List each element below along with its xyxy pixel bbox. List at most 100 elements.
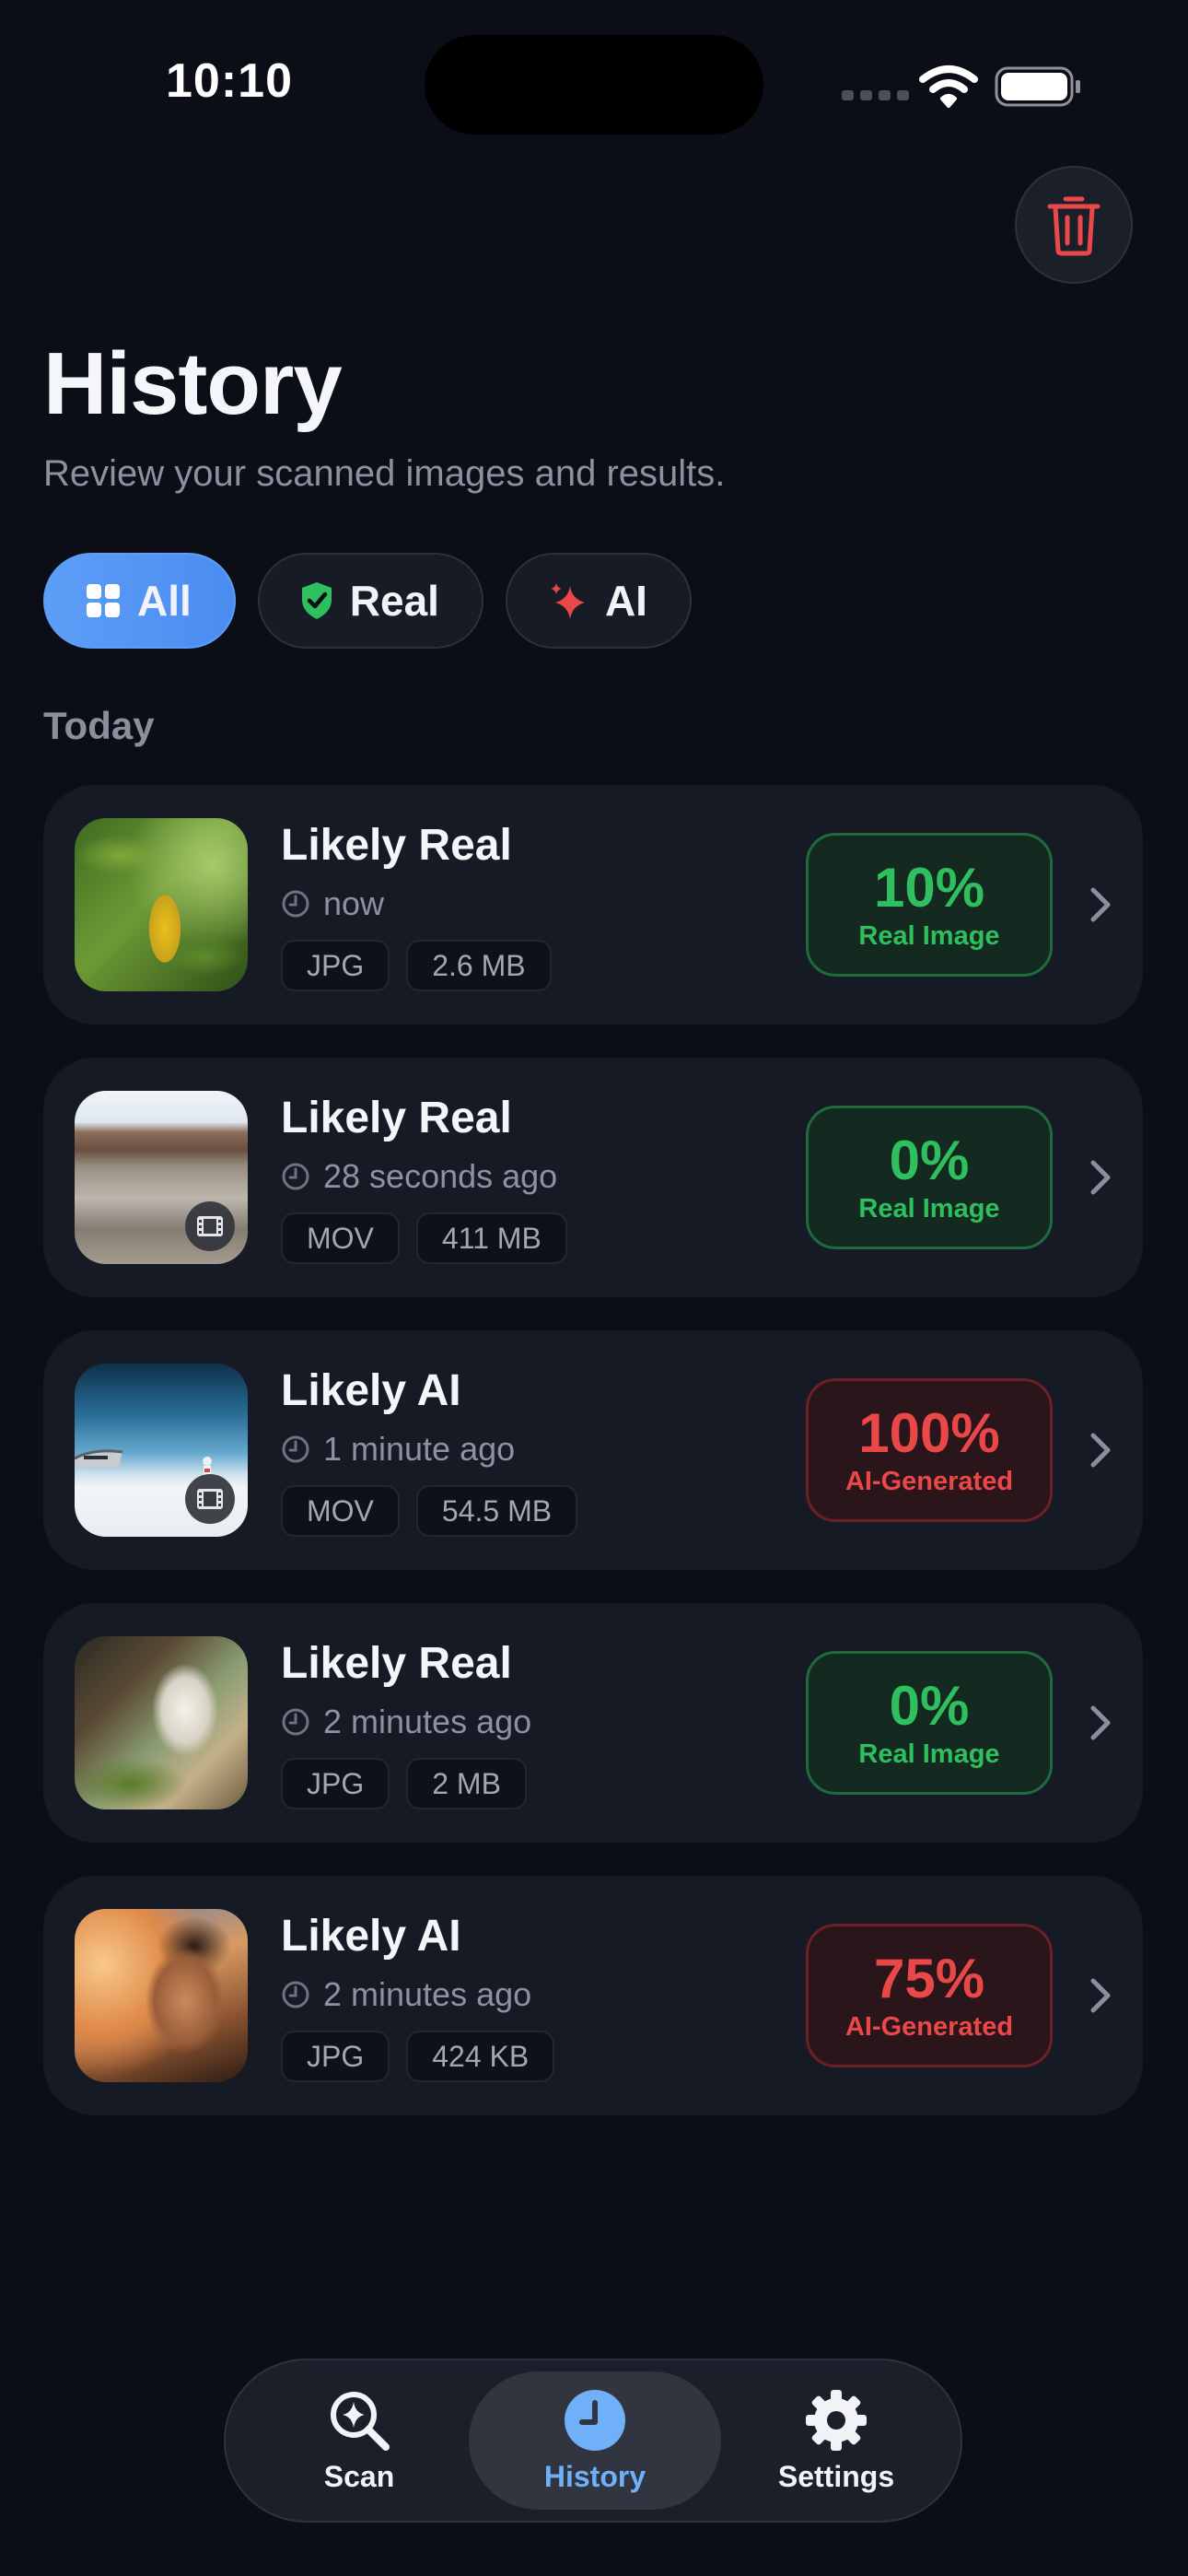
size-tag: 424 KB — [406, 2031, 555, 2082]
sparkle-icon — [550, 583, 585, 619]
grid-icon — [87, 584, 120, 617]
history-item[interactable]: Likely AI 1 minute ago MOV 54.5 MB 100% … — [43, 1330, 1143, 1570]
filter-all-chip[interactable]: All — [43, 553, 236, 649]
magnifier-sparkle-icon — [331, 2391, 390, 2451]
history-item[interactable]: Likely Real 2 minutes ago JPG 2 MB 0% Re… — [43, 1603, 1143, 1843]
score-verdict: AI-Generated — [844, 1466, 1014, 1496]
item-time: 28 seconds ago — [323, 1157, 558, 1195]
history-item[interactable]: Likely Real 28 seconds ago MOV 411 MB 0%… — [43, 1058, 1143, 1297]
section-label-today: Today — [43, 704, 155, 747]
item-time: 1 minute ago — [323, 1430, 516, 1468]
item-tags: JPG 2 MB — [281, 1758, 527, 1809]
tab-scan-label: Scan — [323, 2459, 395, 2493]
filter-all-label: All — [137, 577, 192, 625]
format-tag: JPG — [281, 1758, 390, 1809]
tab-scan[interactable]: Scan — [262, 2371, 456, 2510]
page-title: History — [43, 334, 343, 433]
film-icon — [197, 1216, 223, 1236]
clock-icon — [282, 1163, 309, 1190]
item-tags: JPG 424 KB — [281, 2031, 555, 2082]
filter-chips: All Real AI — [43, 553, 692, 649]
tab-settings-label: Settings — [777, 2459, 895, 2493]
clock-icon — [565, 2389, 625, 2451]
filter-real-chip[interactable]: Real — [257, 553, 483, 649]
tab-history-label: History — [543, 2459, 646, 2493]
format-tag: MOV — [281, 1485, 400, 1537]
score-badge: 75% AI-Generated — [806, 1924, 1053, 2067]
score-verdict: Real Image — [858, 920, 1000, 951]
score-percent: 0% — [889, 1674, 970, 1737]
score-verdict: AI-Generated — [844, 2011, 1014, 2042]
item-time-row: 1 minute ago — [281, 1430, 515, 1469]
item-time: now — [323, 884, 385, 922]
size-tag: 411 MB — [415, 1212, 567, 1264]
size-tag: 54.5 MB — [415, 1485, 578, 1537]
thumbnail-portrait — [75, 1909, 248, 2082]
item-title: Likely Real — [281, 821, 512, 870]
trash-icon — [1047, 196, 1101, 256]
format-tag: JPG — [281, 2031, 390, 2082]
chevron-right-icon — [1090, 1978, 1111, 2013]
cellular-signal-icon — [842, 90, 909, 100]
item-tags: MOV 411 MB — [281, 1212, 567, 1264]
tab-history[interactable]: History — [469, 2371, 721, 2510]
dynamic-island — [425, 35, 763, 135]
score-badge: 10% Real Image — [806, 833, 1053, 977]
history-item[interactable]: Likely AI 2 minutes ago JPG 424 KB 75% A… — [43, 1876, 1143, 2115]
clock-icon — [282, 890, 309, 918]
item-tags: MOV 54.5 MB — [281, 1485, 578, 1537]
format-tag: MOV — [281, 1212, 400, 1264]
thumbnail-waterfall — [75, 1636, 248, 1809]
chevron-right-icon — [1090, 1160, 1111, 1195]
item-title: Likely Real — [281, 1639, 512, 1688]
item-time: 2 minutes ago — [323, 1975, 532, 2013]
score-verdict: Real Image — [858, 1193, 1000, 1224]
item-title: Likely AI — [281, 1912, 461, 1961]
wifi-icon — [919, 65, 978, 108]
gear-icon — [806, 2389, 867, 2451]
score-percent: 10% — [873, 856, 985, 919]
score-percent: 75% — [873, 1947, 985, 2009]
item-tags: JPG 2.6 MB — [281, 940, 552, 991]
video-badge — [185, 1474, 235, 1524]
score-percent: 100% — [858, 1401, 1000, 1464]
film-icon — [197, 1489, 223, 1509]
chevron-right-icon — [1090, 887, 1111, 922]
thumbnail-leaves — [75, 818, 248, 991]
score-verdict: Real Image — [858, 1739, 1000, 1769]
page-subtitle: Review your scanned images and results. — [43, 453, 726, 494]
history-item[interactable]: Likely Real now JPG 2.6 MB 10% Real Imag… — [43, 785, 1143, 1025]
score-badge: 0% Real Image — [806, 1106, 1053, 1249]
item-title: Likely AI — [281, 1366, 461, 1415]
video-badge — [185, 1201, 235, 1251]
score-badge: 0% Real Image — [806, 1651, 1053, 1795]
filter-ai-chip[interactable]: AI — [505, 553, 692, 649]
history-screen: 10:10 History Review your scanned images… — [0, 0, 1188, 2576]
chevron-right-icon — [1090, 1705, 1111, 1740]
tab-settings[interactable]: Settings — [730, 2371, 942, 2510]
size-tag: 2.6 MB — [406, 940, 552, 991]
filter-ai-label: AI — [604, 577, 647, 625]
clock-icon — [282, 1435, 309, 1463]
format-tag: JPG — [281, 940, 390, 991]
tab-bar: Scan History Settings — [224, 2359, 962, 2523]
clock-icon — [282, 1981, 309, 2008]
item-time-row: 2 minutes ago — [281, 1975, 531, 2014]
size-tag: 2 MB — [406, 1758, 527, 1809]
item-time: 2 minutes ago — [323, 1703, 532, 1740]
status-time: 10:10 — [166, 54, 293, 108]
item-time-row: 28 seconds ago — [281, 1157, 557, 1196]
shield-check-icon — [301, 582, 332, 619]
clock-icon — [282, 1708, 309, 1736]
item-title: Likely Real — [281, 1094, 512, 1142]
thumbnail-canyon — [75, 1091, 248, 1264]
score-percent: 0% — [889, 1129, 970, 1191]
filter-real-label: Real — [349, 577, 439, 625]
thumbnail-jet — [75, 1364, 248, 1537]
item-time-row: now — [281, 884, 384, 923]
chevron-right-icon — [1090, 1433, 1111, 1468]
battery-icon — [995, 66, 1080, 107]
delete-all-button[interactable] — [1015, 166, 1133, 284]
score-badge: 100% AI-Generated — [806, 1378, 1053, 1522]
item-time-row: 2 minutes ago — [281, 1703, 531, 1741]
